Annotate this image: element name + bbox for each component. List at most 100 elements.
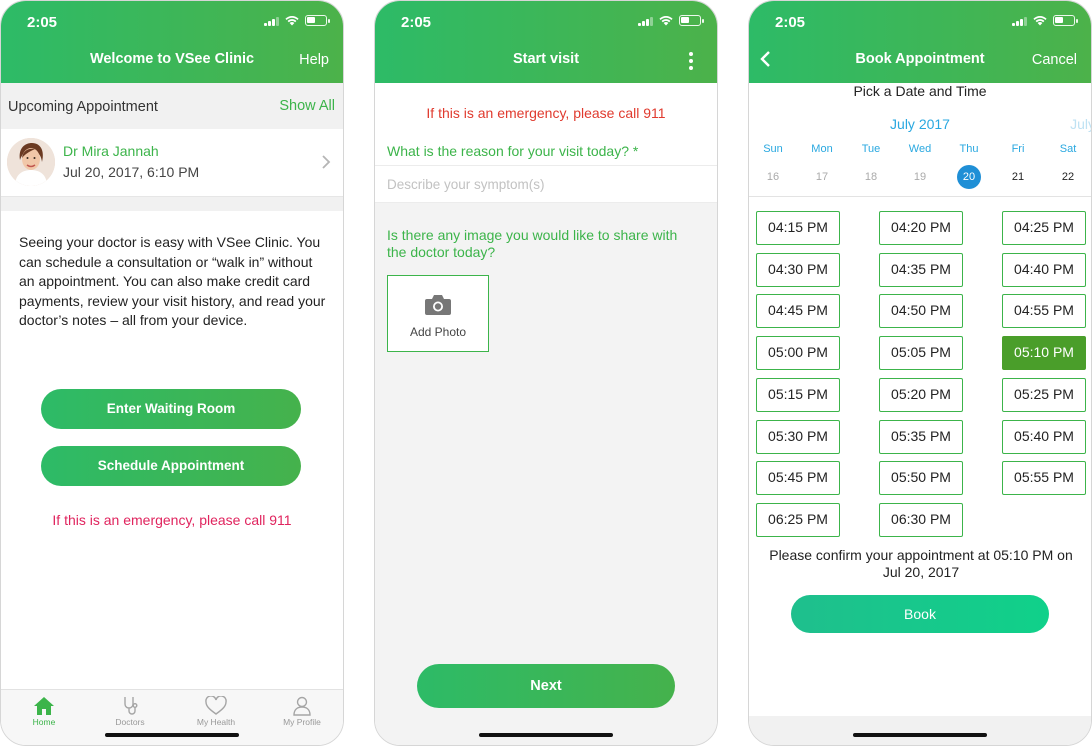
day-name: Fri	[1011, 143, 1025, 155]
pick-date-title: Pick a Date and Time	[853, 83, 987, 99]
calendar-day-thu[interactable]: Thu 20	[951, 143, 987, 189]
emergency-notice: If this is an emergency, please call 911	[426, 105, 666, 121]
time-slot[interactable]: 04:50 PM	[879, 294, 963, 329]
symptom-input[interactable]	[375, 166, 717, 202]
stethoscope-icon	[124, 697, 138, 715]
day-name: Wed	[908, 143, 932, 155]
bottom-area	[749, 716, 1091, 745]
time-slot[interactable]: 05:50 PM	[879, 461, 963, 496]
calendar-day-sat[interactable]: Sat 22	[1050, 143, 1086, 189]
calendar-next-month[interactable]: July	[1070, 116, 1091, 132]
day-name: Sat	[1059, 143, 1077, 155]
tab-home[interactable]: Home	[1, 696, 87, 727]
signal-icon	[1012, 16, 1027, 26]
page-title: Welcome to VSee Clinic	[89, 51, 255, 67]
wifi-icon	[1033, 15, 1047, 25]
home-icon	[34, 697, 54, 715]
time-slot[interactable]: 05:25 PM	[1002, 377, 1086, 412]
calendar-day-fri[interactable]: Fri 21	[1000, 143, 1036, 189]
calendar-month: July 2017	[890, 116, 950, 132]
time-slot[interactable]: 04:15 PM	[756, 211, 840, 245]
battery-icon	[305, 15, 330, 26]
day-name: Thu	[959, 143, 979, 155]
cancel-button[interactable]: Cancel	[1032, 52, 1077, 68]
status-icons	[638, 15, 704, 26]
time-slot[interactable]: 05:00 PM	[756, 336, 840, 371]
home-indicator	[479, 733, 613, 737]
status-time: 2:05	[775, 14, 806, 31]
doctor-avatar	[7, 138, 55, 186]
time-slot[interactable]: 05:35 PM	[879, 419, 963, 454]
upcoming-section-header: Upcoming Appointment Show All	[1, 83, 343, 129]
time-slot[interactable]: 05:30 PM	[756, 419, 840, 454]
header: 2:05 Book Appointment Cancel	[749, 1, 1091, 83]
battery-icon	[1053, 15, 1078, 26]
day-date: 18	[864, 171, 878, 183]
appointment-row[interactable]: Dr Mira Jannah Jul 20, 2017, 6:10 PM	[1, 129, 343, 197]
tab-my-profile[interactable]: My Profile	[259, 696, 343, 727]
time-slot[interactable]: 04:45 PM	[756, 294, 840, 329]
day-name: Mon	[811, 143, 833, 155]
status-time: 2:05	[401, 14, 432, 31]
time-slot[interactable]: 05:05 PM	[879, 336, 963, 371]
schedule-appointment-button[interactable]: Schedule Appointment	[41, 446, 301, 486]
time-slot[interactable]: 05:40 PM	[1002, 419, 1086, 454]
symptom-field-wrapper	[375, 165, 717, 203]
emergency-notice: If this is an emergency, please call 911	[52, 512, 292, 528]
signal-icon	[264, 16, 279, 26]
time-slot[interactable]: 06:25 PM	[756, 502, 840, 537]
appointment-datetime: Jul 20, 2017, 6:10 PM	[63, 164, 200, 180]
day-name: Tue	[861, 143, 881, 155]
home-indicator	[853, 733, 987, 737]
status-time: 2:05	[27, 14, 58, 31]
add-photo-button[interactable]: Add Photo	[387, 275, 489, 352]
calendar-day-mon[interactable]: Mon 17	[804, 143, 840, 189]
person-icon	[293, 696, 311, 716]
calendar-day-wed[interactable]: Wed 19	[902, 143, 938, 189]
chevron-right-icon	[322, 155, 331, 169]
wifi-icon	[659, 15, 673, 25]
next-button[interactable]: Next	[417, 664, 675, 708]
camera-icon	[425, 295, 451, 315]
header: 2:05 Welcome to VSee Clinic Help	[1, 1, 343, 83]
time-slot[interactable]: 05:55 PM	[1002, 461, 1086, 496]
start-visit-screen: 2:05 Start visit If this is an emergency…	[374, 0, 718, 746]
time-slot[interactable]: 04:35 PM	[879, 252, 963, 287]
day-date: 16	[766, 171, 780, 183]
tab-my-health[interactable]: My Health	[173, 696, 259, 727]
confirm-text: Please confirm your appointment at 05:10…	[769, 547, 1073, 580]
wifi-icon	[285, 15, 299, 25]
tab-doctors-label: Doctors	[115, 717, 145, 727]
calendar-divider	[749, 196, 1091, 197]
time-slot[interactable]: 04:25 PM	[1002, 211, 1086, 245]
calendar-day-tue[interactable]: Tue 18	[853, 143, 889, 189]
more-options-icon[interactable]	[689, 52, 693, 73]
time-slot[interactable]: 05:45 PM	[756, 461, 840, 496]
time-slot[interactable]: 04:40 PM	[1002, 252, 1086, 287]
time-slot[interactable]: 05:15 PM	[756, 377, 840, 412]
time-slot[interactable]: 04:20 PM	[879, 211, 963, 245]
tab-doctors[interactable]: Doctors	[87, 696, 173, 727]
intro-text: Seeing your doctor is easy with VSee Cli…	[19, 234, 326, 328]
time-slot[interactable]: 04:30 PM	[756, 252, 840, 287]
book-appointment-screen: 2:05 Book Appointment Cancel Pick a Date…	[748, 0, 1092, 746]
enter-waiting-room-button[interactable]: Enter Waiting Room	[41, 389, 301, 429]
day-name: Sun	[763, 143, 783, 155]
book-button[interactable]: Book	[791, 595, 1049, 633]
time-slot[interactable]: 05:20 PM	[879, 377, 963, 412]
day-date: 17	[815, 171, 829, 183]
calendar-day-sun[interactable]: Sun 16	[755, 143, 791, 189]
image-question: Is there any image you would like to sha…	[387, 227, 678, 260]
day-date: 20	[957, 165, 981, 189]
time-slot[interactable]: 06:30 PM	[879, 502, 963, 537]
time-slot[interactable]: 04:55 PM	[1002, 294, 1086, 329]
time-slot[interactable]: 05:10 PM	[1002, 336, 1086, 371]
help-link[interactable]: Help	[299, 52, 329, 68]
heart-icon	[205, 696, 227, 715]
home-screen: 2:05 Welcome to VSee Clinic Help Upcomin…	[0, 0, 344, 746]
day-date: 22	[1061, 171, 1075, 183]
day-date: 21	[1011, 171, 1025, 183]
tab-my-profile-label: My Profile	[283, 717, 321, 727]
home-indicator	[105, 733, 239, 737]
show-all-link[interactable]: Show All	[279, 98, 335, 114]
